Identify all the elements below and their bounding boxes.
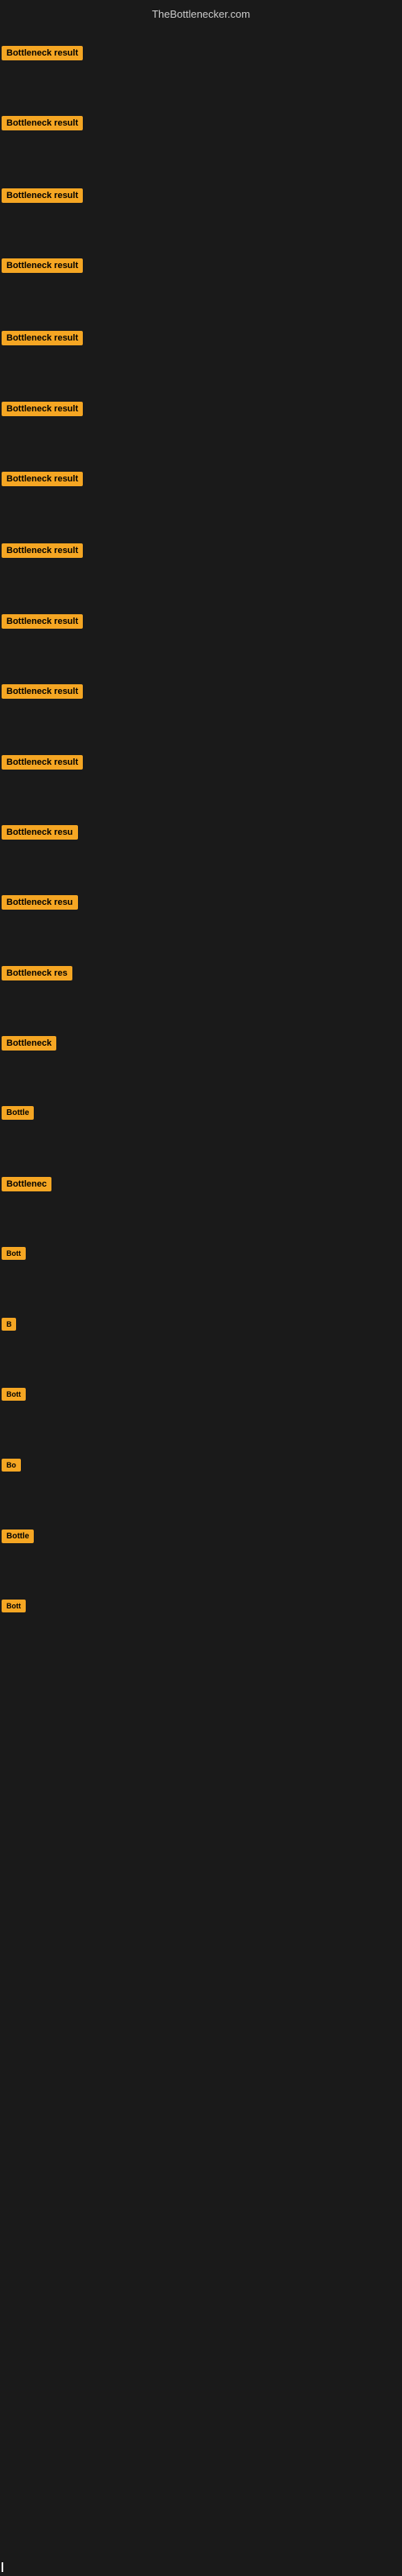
bottleneck-badge-0[interactable]: Bottleneck result [2,46,83,60]
badge-row-6: Bottleneck result [2,472,83,490]
badge-row-11: Bottleneck resu [2,825,78,844]
badge-row-1: Bottleneck result [2,116,83,134]
bottleneck-badge-14[interactable]: Bottleneck [2,1036,56,1051]
bottleneck-badge-5[interactable]: Bottleneck result [2,402,83,416]
badge-row-3: Bottleneck result [2,258,83,277]
badge-row-12: Bottleneck resu [2,895,78,914]
badge-row-20: Bo [2,1459,21,1476]
bottleneck-badge-13[interactable]: Bottleneck res [2,966,72,980]
bottleneck-badge-1[interactable]: Bottleneck result [2,116,83,130]
badge-row-9: Bottleneck result [2,684,83,703]
bottleneck-badge-10[interactable]: Bottleneck result [2,755,83,770]
bottleneck-badge-11[interactable]: Bottleneck resu [2,825,78,840]
bottleneck-badge-7[interactable]: Bottleneck result [2,543,83,558]
badge-row-15: Bottle [2,1106,34,1124]
bottleneck-badge-12[interactable]: Bottleneck resu [2,895,78,910]
badge-row-8: Bottleneck result [2,614,83,633]
badge-row-0: Bottleneck result [2,46,83,64]
badge-row-13: Bottleneck res [2,966,72,985]
badge-row-19: Bott [2,1388,26,1405]
bottleneck-badge-22[interactable]: Bott [2,1600,26,1612]
bottleneck-badge-3[interactable]: Bottleneck result [2,258,83,273]
badge-row-2: Bottleneck result [2,188,83,207]
badge-row-17: Bott [2,1247,26,1264]
badge-row-16: Bottlenec [2,1177,51,1195]
bottleneck-badge-21[interactable]: Bottle [2,1530,34,1543]
site-title: TheBottlenecker.com [0,4,402,24]
bottleneck-badge-4[interactable]: Bottleneck result [2,331,83,345]
bottleneck-badge-16[interactable]: Bottlenec [2,1177,51,1191]
badge-row-4: Bottleneck result [2,331,83,349]
cursor-indicator [2,2562,3,2572]
badge-row-22: Bott [2,1600,26,1616]
bottleneck-badge-19[interactable]: Bott [2,1388,26,1401]
bottleneck-badge-17[interactable]: Bott [2,1247,26,1260]
badge-row-10: Bottleneck result [2,755,83,774]
badge-row-5: Bottleneck result [2,402,83,420]
bottleneck-badge-6[interactable]: Bottleneck result [2,472,83,486]
bottleneck-badge-18[interactable]: B [2,1318,16,1331]
bottleneck-badge-9[interactable]: Bottleneck result [2,684,83,699]
bottleneck-badge-20[interactable]: Bo [2,1459,21,1472]
badge-row-21: Bottle [2,1530,34,1547]
badge-row-7: Bottleneck result [2,543,83,562]
bottleneck-badge-15[interactable]: Bottle [2,1106,34,1120]
bottleneck-badge-2[interactable]: Bottleneck result [2,188,83,203]
badge-row-18: B [2,1318,16,1335]
bottleneck-badge-8[interactable]: Bottleneck result [2,614,83,629]
badge-row-14: Bottleneck [2,1036,56,1055]
